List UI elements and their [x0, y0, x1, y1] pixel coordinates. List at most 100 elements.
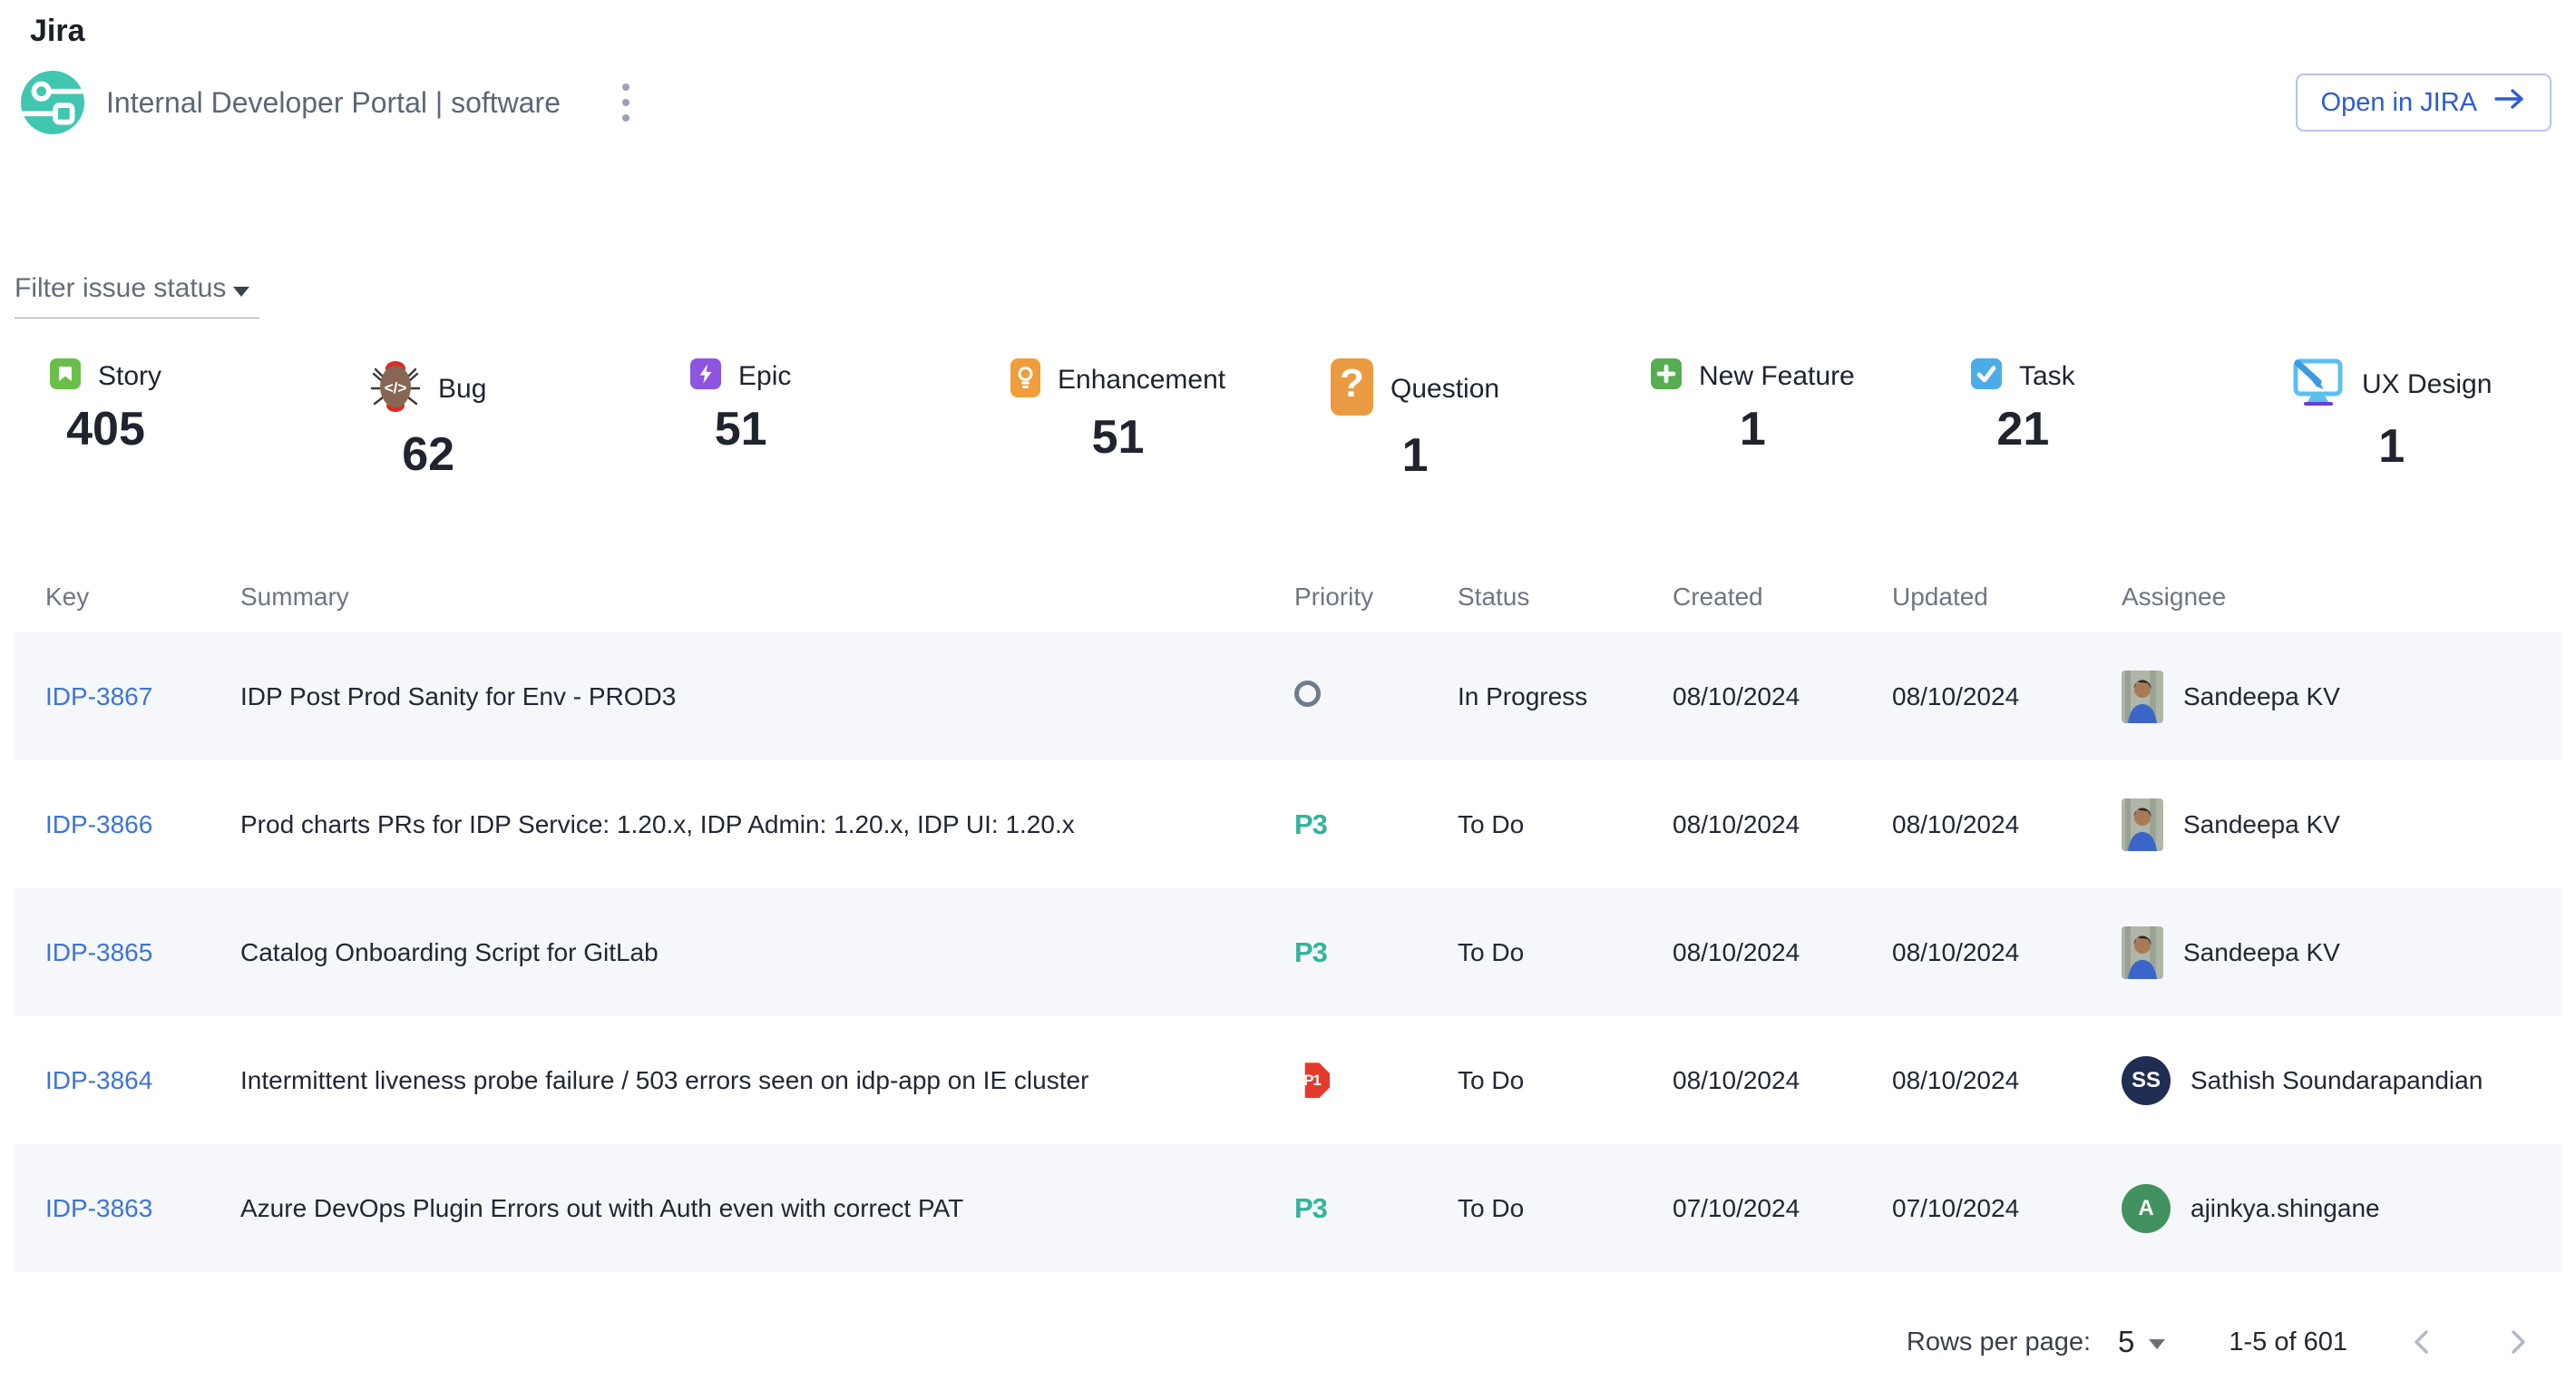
- bug-icon: </>: [370, 358, 421, 419]
- counter-label: Story: [98, 361, 161, 392]
- issue-created: 08/10/2024: [1673, 810, 1892, 839]
- arrow-right-icon: [2493, 87, 2526, 118]
- issue-key-link[interactable]: IDP-3863: [45, 1194, 152, 1222]
- issues-table: Key Summary Priority Status Created Upda…: [14, 562, 2562, 1272]
- column-header-updated: Updated: [1892, 583, 2122, 612]
- issue-priority-cell: P1: [1294, 1063, 1458, 1099]
- counter-ux-design: UX Design 1: [2256, 358, 2576, 473]
- column-header-status: Status: [1458, 583, 1673, 612]
- counter-count: 62: [402, 428, 454, 481]
- chevron-down-icon: [2149, 1339, 2165, 1349]
- issue-summary: Catalog Onboarding Script for GitLab: [240, 938, 1294, 967]
- counter-count: 1: [1402, 429, 1429, 482]
- issue-status: In Progress: [1458, 682, 1673, 711]
- epic-icon: [690, 358, 721, 394]
- counter-epic: Epic 51: [655, 358, 975, 455]
- previous-page-button[interactable]: [2404, 1323, 2442, 1361]
- rows-per-page-label: Rows per page:: [1907, 1327, 2091, 1357]
- issue-key-link[interactable]: IDP-3864: [45, 1066, 152, 1094]
- issue-status: To Do: [1458, 1066, 1673, 1095]
- counter-label: Enhancement: [1058, 365, 1225, 396]
- jira-plugin-logo-icon: [21, 71, 84, 134]
- issue-key-cell: IDP-3864: [45, 1066, 240, 1095]
- assignee-name: Sandeepa KV: [2183, 682, 2340, 711]
- priority-p3-icon: P3: [1294, 1192, 1327, 1224]
- open-in-jira-label: Open in JIRA: [2321, 88, 2477, 118]
- column-header-priority: Priority: [1294, 583, 1458, 612]
- enhancement-icon: [1010, 358, 1040, 402]
- avatar: [2122, 798, 2163, 851]
- issue-summary: IDP Post Prod Sanity for Env - PROD3: [240, 682, 1294, 711]
- column-header-created: Created: [1673, 583, 1892, 612]
- kebab-menu-icon[interactable]: [617, 78, 635, 127]
- story-icon: [50, 358, 81, 394]
- counter-task: Task 21: [1936, 358, 2256, 455]
- issue-created: 07/10/2024: [1673, 1194, 1892, 1223]
- issue-type-counters: Story 405 </>: [15, 358, 2576, 482]
- issue-status: To Do: [1458, 1194, 1673, 1223]
- assignee-name: Sandeepa KV: [2183, 938, 2340, 967]
- rows-per-page-select[interactable]: 5: [2118, 1325, 2165, 1359]
- issue-priority-cell: P3: [1294, 936, 1458, 969]
- issue-status: To Do: [1458, 938, 1673, 967]
- issue-key-link[interactable]: IDP-3865: [45, 938, 152, 966]
- ux-design-icon: [2291, 358, 2345, 411]
- priority-p1-icon: P1: [1294, 1063, 1330, 1098]
- table-row: IDP-3865 Catalog Onboarding Script for Gi…: [14, 888, 2562, 1016]
- project-name: Internal Developer Portal | software: [106, 86, 561, 120]
- table-row: IDP-3867 IDP Post Prod Sanity for Env - P…: [14, 632, 2562, 760]
- card-header: Internal Developer Portal | software Ope…: [21, 70, 2552, 135]
- counter-label: UX Design: [2362, 369, 2492, 400]
- issue-priority-cell: P3: [1294, 808, 1458, 841]
- counter-bug: </> Bug 62: [335, 358, 655, 481]
- table-row: IDP-3863Azure DevOps Plugin Errors out w…: [14, 1144, 2562, 1272]
- issue-assignee-cell: Sandeepa KV: [2122, 798, 2562, 851]
- counter-enhancement: Enhancement 51: [975, 358, 1295, 464]
- question-icon: ?: [1331, 358, 1373, 420]
- issue-key-cell: IDP-3865: [45, 938, 240, 967]
- issue-assignee-cell: Sandeepa KV: [2122, 671, 2562, 723]
- page-title: Jira: [30, 11, 2576, 51]
- open-in-jira-button[interactable]: Open in JIRA: [2296, 73, 2552, 132]
- counter-story: Story 405: [15, 358, 335, 455]
- table-row: IDP-3864 Intermittent liveness probe fail…: [14, 1016, 2562, 1144]
- issue-updated: 08/10/2024: [1892, 938, 2122, 967]
- issue-assignee-cell: Aajinkya.shingane: [2122, 1184, 2562, 1233]
- counter-question: ? Question 1: [1295, 358, 1615, 482]
- issue-updated: 08/10/2024: [1892, 1066, 2122, 1095]
- issue-summary: Prod charts PRs for IDP Service: 1.20.x,…: [240, 810, 1294, 839]
- issue-created: 08/10/2024: [1673, 682, 1892, 711]
- counter-label: Epic: [738, 361, 791, 392]
- assignee-name: Sathish Soundarapandian: [2191, 1066, 2483, 1095]
- counter-count: 1: [2378, 420, 2405, 473]
- svg-text:?: ?: [1340, 361, 1364, 406]
- priority-none-icon: [1294, 681, 1321, 707]
- counter-count: 21: [1996, 403, 2049, 455]
- column-header-assignee: Assignee: [2122, 583, 2562, 612]
- next-page-button[interactable]: [2498, 1323, 2536, 1361]
- avatar: A: [2122, 1184, 2171, 1233]
- issue-key-link[interactable]: IDP-3866: [45, 810, 152, 838]
- issue-key-link[interactable]: IDP-3867: [45, 682, 152, 710]
- table-header-row: Key Summary Priority Status Created Upda…: [14, 562, 2562, 632]
- issue-created: 08/10/2024: [1673, 938, 1892, 967]
- svg-text:</>: </>: [385, 379, 407, 397]
- counter-label: Bug: [438, 374, 486, 405]
- column-header-summary: Summary: [240, 583, 1294, 612]
- counter-label: Task: [2019, 361, 2075, 392]
- issue-assignee-cell: SSSathish Soundarapandian: [2122, 1056, 2562, 1105]
- issue-summary: Intermittent liveness probe failure / 50…: [240, 1066, 1294, 1095]
- counter-new-feature: New Feature 1: [1615, 358, 1936, 455]
- counter-label: Question: [1390, 374, 1499, 405]
- avatar: [2122, 926, 2163, 979]
- rows-per-page-value: 5: [2118, 1325, 2134, 1359]
- column-header-key: Key: [45, 583, 240, 612]
- task-icon: [1971, 358, 2002, 394]
- filter-issue-status-select[interactable]: Filter issue status: [15, 273, 259, 318]
- issue-updated: 08/10/2024: [1892, 810, 2122, 839]
- counter-count: 405: [66, 403, 145, 455]
- filter-issue-status-label: Filter issue status: [15, 273, 226, 304]
- issue-key-cell: IDP-3866: [45, 810, 240, 839]
- counter-count: 51: [1092, 411, 1145, 464]
- issue-key-cell: IDP-3863: [45, 1194, 240, 1223]
